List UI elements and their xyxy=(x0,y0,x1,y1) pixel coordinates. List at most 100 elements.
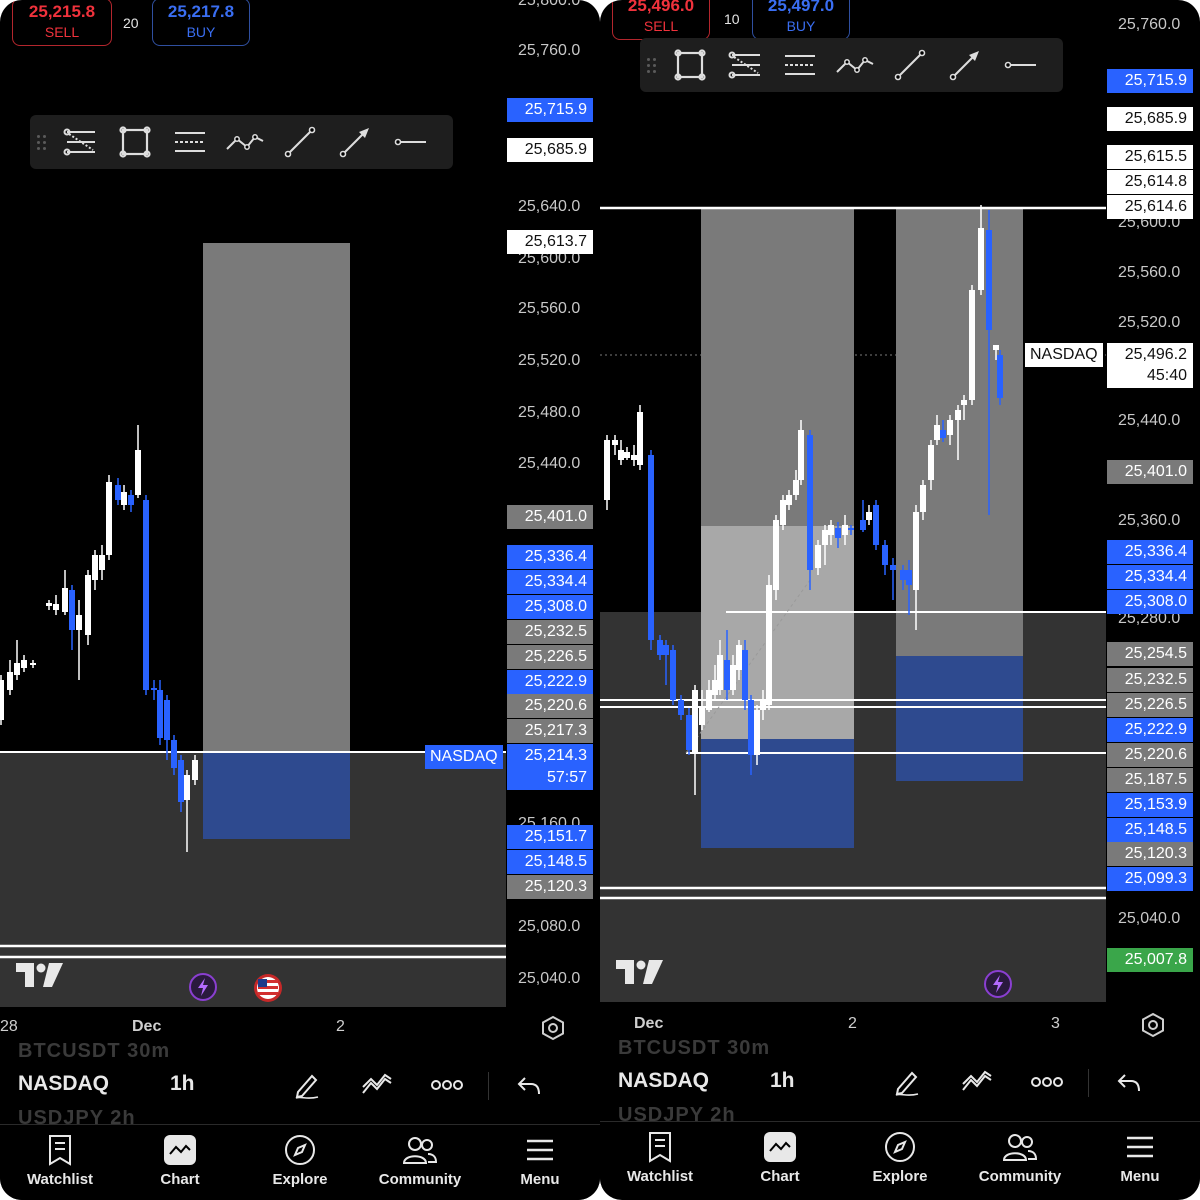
lightning-event-icon[interactable] xyxy=(983,969,1013,1004)
candle-body xyxy=(828,525,834,535)
drag-handle-icon[interactable] xyxy=(640,57,662,73)
parallel-channel-icon[interactable] xyxy=(162,115,217,169)
chart-icon xyxy=(764,1130,796,1164)
undo-icon[interactable] xyxy=(1113,1067,1147,1097)
community-icon xyxy=(1002,1130,1038,1164)
trend-line-icon[interactable] xyxy=(272,115,327,169)
nav-explore[interactable]: Explore xyxy=(240,1125,360,1200)
symbol-name[interactable]: NASDAQ xyxy=(18,1072,109,1096)
price-axis-label: 25,040.0 xyxy=(518,970,581,987)
candle-body xyxy=(30,663,36,665)
price-badge: 25,153.9 xyxy=(1107,793,1193,817)
nav-chart[interactable]: Chart xyxy=(120,1125,240,1200)
symbol-price-tag: NASDAQ xyxy=(425,745,503,769)
drag-handle-icon[interactable] xyxy=(30,134,52,150)
price-axis-label: 25,480.0 xyxy=(518,404,581,421)
nav-community[interactable]: Community xyxy=(960,1122,1080,1197)
candle-body xyxy=(85,575,91,635)
nav-label: Community xyxy=(378,1171,462,1188)
candle-body xyxy=(624,452,630,458)
nav-menu[interactable]: Menu xyxy=(480,1125,600,1200)
quantity[interactable]: 20 xyxy=(123,15,139,31)
nav-community[interactable]: Community xyxy=(360,1125,480,1200)
candle-body xyxy=(890,565,896,570)
candle-body xyxy=(842,525,848,535)
candle-body xyxy=(815,545,821,568)
trend-line-icon[interactable] xyxy=(882,38,937,92)
arrow-icon[interactable] xyxy=(327,115,382,169)
candle-body xyxy=(648,455,654,640)
toolbar-divider xyxy=(488,1072,489,1100)
candle-body xyxy=(53,604,59,610)
price-axis-label: 25,560.0 xyxy=(518,300,581,317)
arrow-icon[interactable] xyxy=(937,38,992,92)
time-axis-label: 28 xyxy=(0,1018,18,1035)
bottom-navigation: Watchlist Chart Explore Community Menu xyxy=(600,1121,1200,1197)
horizontal-ray-icon[interactable] xyxy=(992,38,1047,92)
candle-body xyxy=(940,430,946,438)
nav-explore[interactable]: Explore xyxy=(840,1122,960,1197)
price-badge: 25,226.5 xyxy=(1107,693,1193,717)
more-options-icon[interactable] xyxy=(430,1070,464,1100)
right-chart-screen: 25,496.0 SELL 10 25,497.0 BUY NASDAQ Dec… xyxy=(600,0,1200,1200)
sell-label: SELL xyxy=(44,24,80,40)
buy-button[interactable]: 25,217.8 BUY xyxy=(152,0,250,46)
candle-body xyxy=(848,528,854,530)
candle-body xyxy=(934,425,940,440)
candle-body xyxy=(860,520,866,530)
undo-icon[interactable] xyxy=(513,1070,547,1100)
candle-body xyxy=(736,645,742,670)
pencil-draw-icon[interactable] xyxy=(290,1070,324,1100)
sell-button[interactable]: 25,215.8 SELL xyxy=(12,0,112,46)
watchlist-icon xyxy=(647,1130,673,1164)
right-stop-zone xyxy=(701,739,854,848)
price-badge: 25,222.9 xyxy=(1107,718,1193,742)
parallel-channel-icon[interactable] xyxy=(772,38,827,92)
timeframe-selector[interactable]: 1h xyxy=(770,1069,795,1093)
nav-chart[interactable]: Chart xyxy=(720,1122,840,1197)
quantity[interactable]: 10 xyxy=(724,11,740,27)
price-badge: 25,148.5 xyxy=(1107,818,1193,842)
bottom-navigation: Watchlist Chart Explore Community Menu xyxy=(0,1124,600,1200)
lightning-event-icon[interactable] xyxy=(188,972,218,1007)
symbol-name[interactable]: NASDAQ xyxy=(618,1069,709,1093)
fib-retracement-icon[interactable] xyxy=(52,115,107,169)
pencil-draw-icon[interactable] xyxy=(890,1067,924,1097)
price-axis-label: 25,360.0 xyxy=(1118,512,1181,529)
buy-button[interactable]: 25,497.0 BUY xyxy=(752,0,850,40)
nav-watchlist[interactable]: Watchlist xyxy=(0,1125,120,1200)
candle-body xyxy=(798,430,804,480)
candle-body xyxy=(143,500,149,690)
candle-body xyxy=(724,660,730,690)
fib-retracement-icon[interactable] xyxy=(717,38,772,92)
candle-body xyxy=(657,640,663,655)
horizontal-ray-icon[interactable] xyxy=(382,115,437,169)
candle-body xyxy=(663,645,669,655)
rectangle-icon[interactable] xyxy=(107,115,162,169)
path-icon[interactable] xyxy=(217,115,272,169)
timeframe-selector[interactable]: 1h xyxy=(170,1072,195,1096)
more-options-icon[interactable] xyxy=(1030,1067,1064,1097)
path-icon[interactable] xyxy=(827,38,882,92)
chart-settings-icon[interactable] xyxy=(540,1015,566,1046)
nav-menu[interactable]: Menu xyxy=(1080,1122,1200,1197)
indicators-icon[interactable] xyxy=(960,1067,994,1097)
chart-settings-icon[interactable] xyxy=(1140,1012,1166,1043)
price-badge: 25,007.8 xyxy=(1107,948,1193,972)
price-badge: 25,334.4 xyxy=(507,570,593,594)
rectangle-icon[interactable] xyxy=(662,38,717,92)
indicators-icon[interactable] xyxy=(360,1070,394,1100)
candle-body xyxy=(157,690,163,738)
candle-body xyxy=(717,655,723,690)
time-axis-label: Dec xyxy=(634,1015,664,1032)
nav-watchlist[interactable]: Watchlist xyxy=(600,1122,720,1197)
nav-label: Community xyxy=(978,1168,1062,1185)
candle-body xyxy=(786,495,792,505)
us-flag-event-icon[interactable] xyxy=(252,972,284,1009)
price-badge: 25,220.6 xyxy=(1107,743,1193,767)
tradingview-logo-icon xyxy=(16,963,64,992)
price-badge: 25,217.3 xyxy=(507,719,593,743)
menu-icon xyxy=(525,1133,555,1167)
buy-label: BUY xyxy=(786,18,816,34)
sell-button[interactable]: 25,496.0 SELL xyxy=(612,0,710,40)
